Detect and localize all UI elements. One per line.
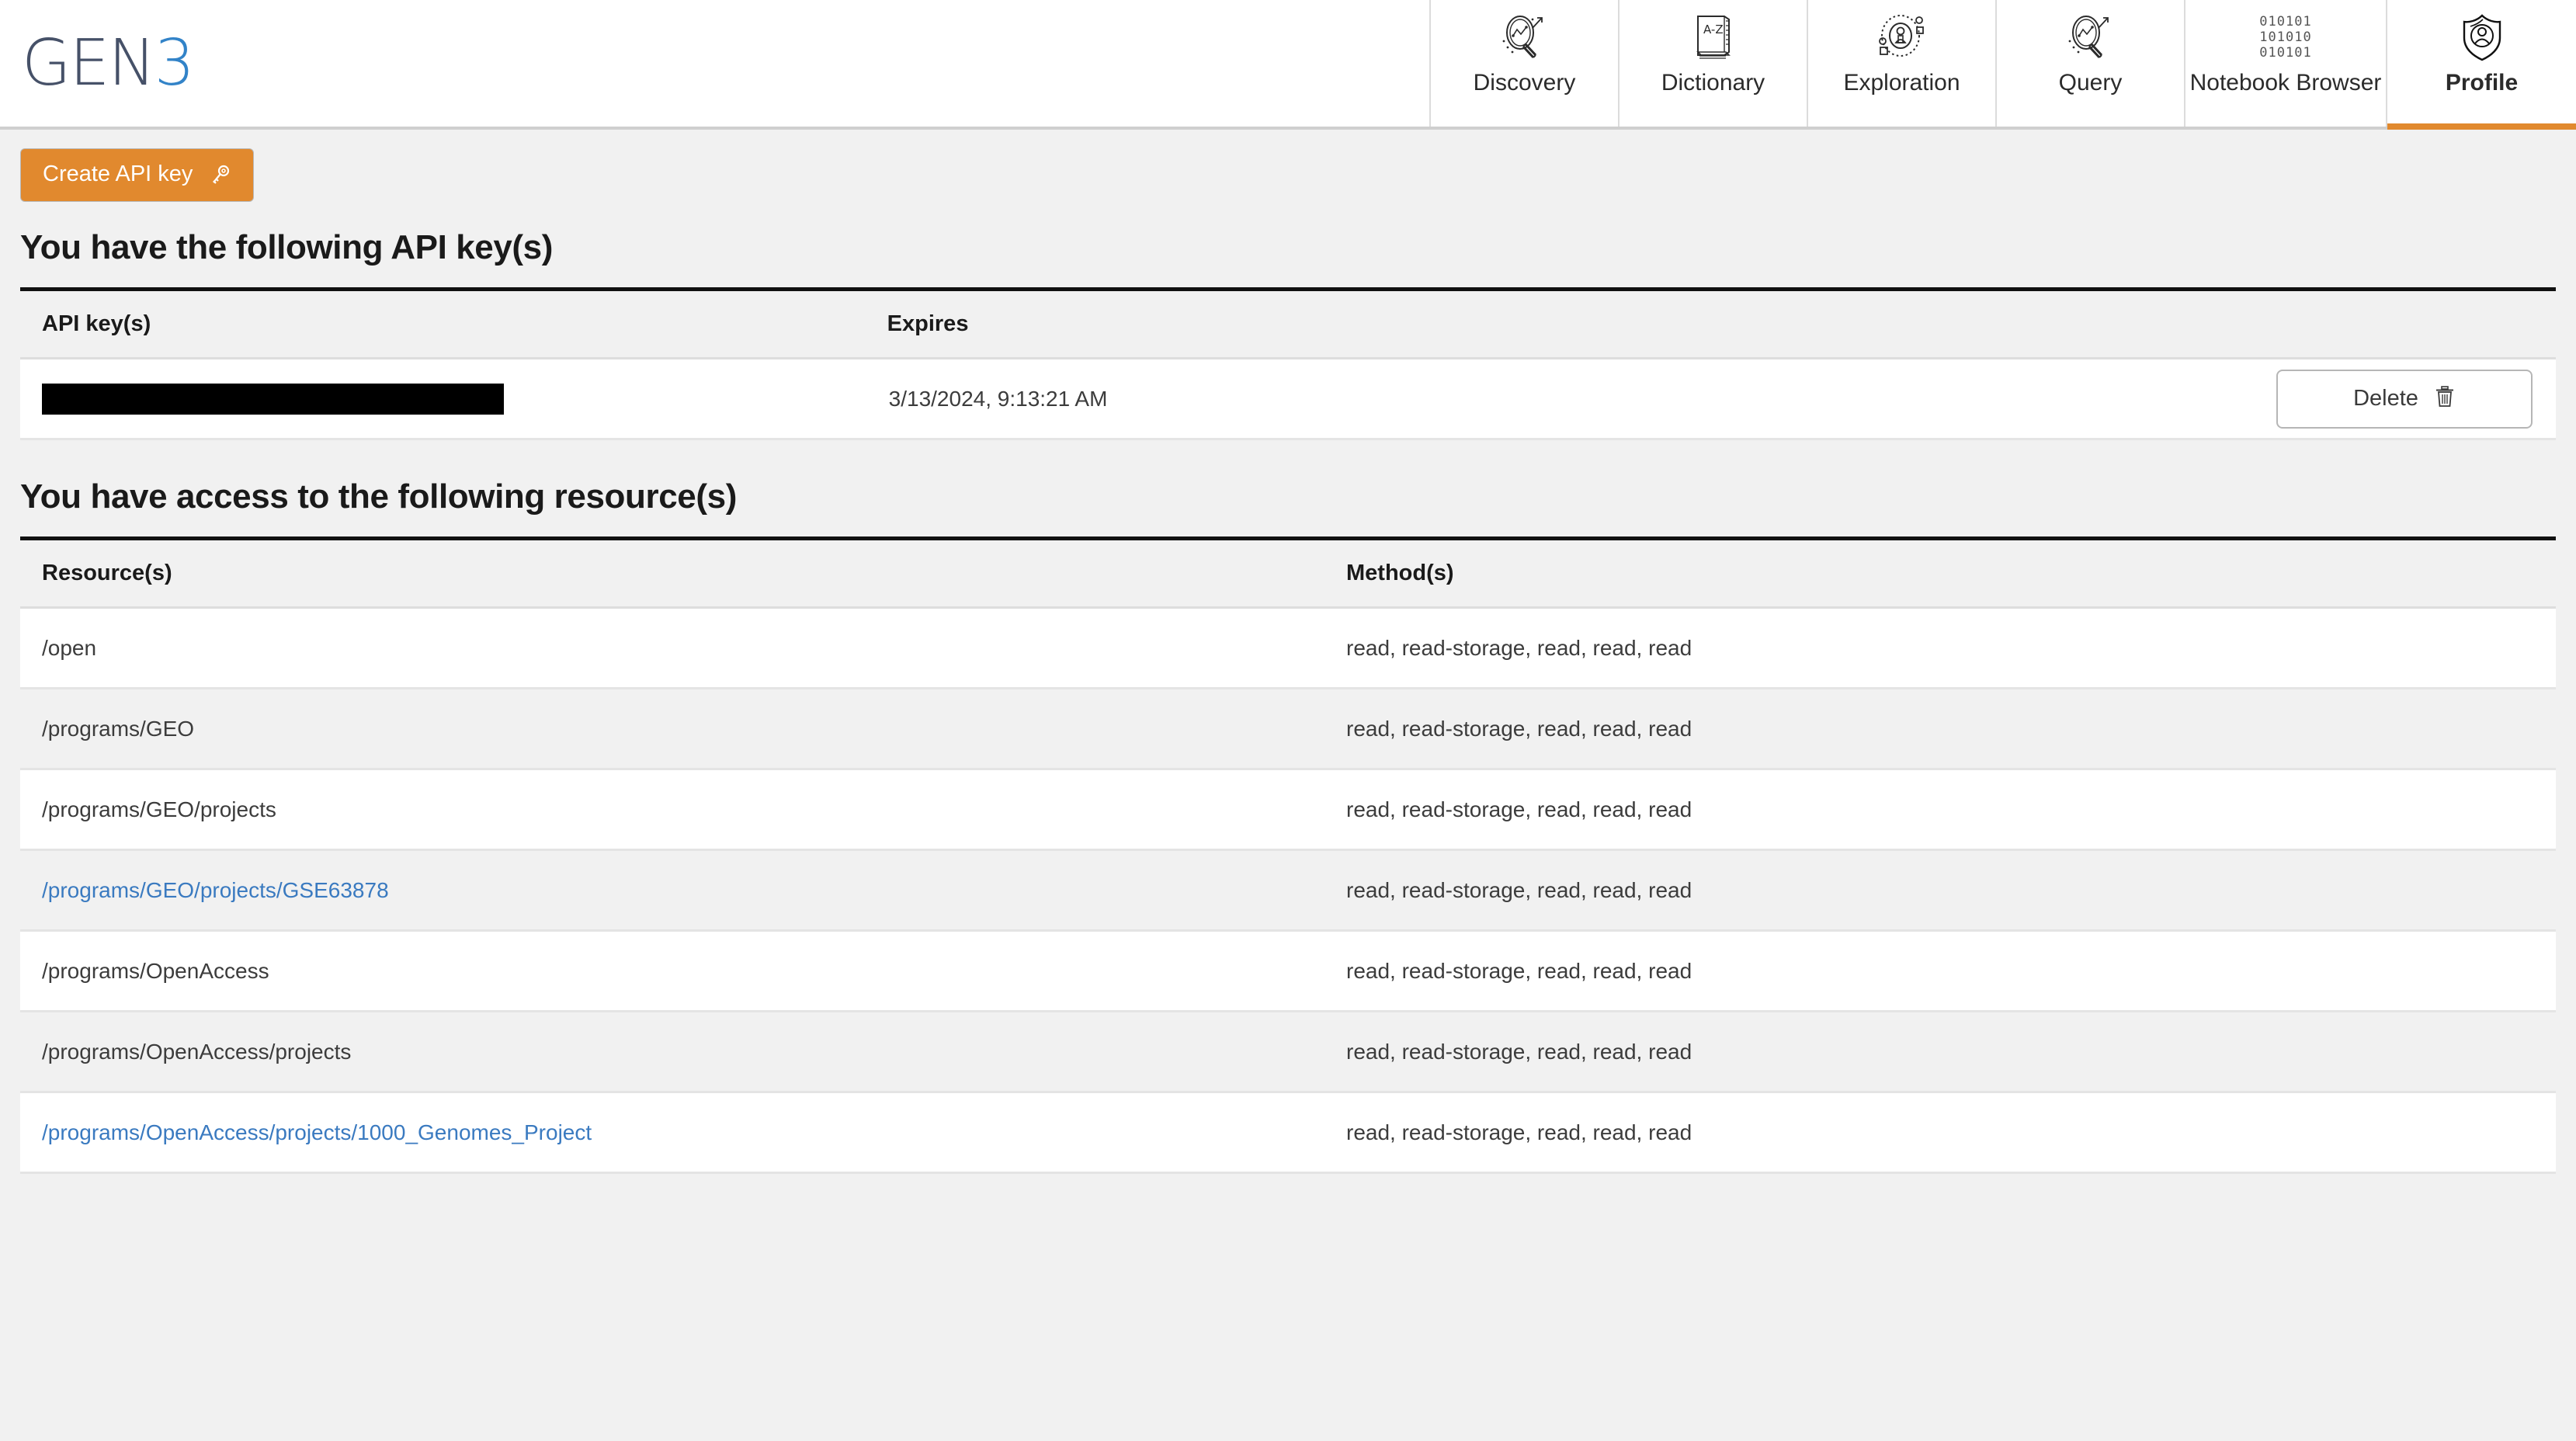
table-row: /programs/OpenAccess read, read-storage, … — [20, 930, 2556, 1012]
api-key-expires-cell: 3/13/2024, 9:13:21 AM — [865, 358, 1711, 440]
methods-cell: read, read-storage, read, read, read — [1324, 849, 2556, 932]
resources-header-row: Resource(s) Method(s) — [20, 538, 2556, 609]
api-keys-col-expires: Expires — [865, 289, 1711, 359]
nav-label-query: Query — [2058, 70, 2123, 95]
discovery-magnifier-icon — [1497, 9, 1553, 65]
app-header: GEN 3 Discovery A-Z Dictionary Explorati… — [0, 0, 2576, 130]
table-row: /programs/GEO read, read-storage, read, r… — [20, 688, 2556, 770]
resource-link[interactable]: /programs/OpenAccess/projects/1000_Genom… — [42, 1120, 592, 1144]
nav-label-discovery: Discovery — [1473, 70, 1576, 95]
create-api-key-button[interactable]: Create API key — [20, 148, 255, 202]
api-keys-table: API key(s) Expires 3/13/2024, 9:13:21 AM… — [20, 287, 2556, 440]
nav-label-exploration: Exploration — [1843, 70, 1960, 95]
delete-button-label: Delete — [2353, 386, 2418, 411]
api-key-actions-cell: Delete — [1710, 358, 2556, 440]
table-row: /programs/GEO/projects read, read-storage… — [20, 769, 2556, 851]
table-row: /open read, read-storage, read, read, rea… — [20, 607, 2556, 689]
svg-text:A-Z: A-Z — [1703, 23, 1724, 36]
logo-primary-text: GEN — [22, 26, 156, 100]
table-row: /programs/OpenAccess/projects read, read-… — [20, 1011, 2556, 1093]
api-keys-table-body: 3/13/2024, 9:13:21 AM Delete — [20, 358, 2556, 440]
resources-table-head: Resource(s) Method(s) — [20, 538, 2556, 609]
api-keys-table-head: API key(s) Expires — [20, 289, 2556, 359]
nav-item-discovery[interactable]: Discovery — [1431, 0, 1620, 127]
nav-item-dictionary[interactable]: A-Z Dictionary — [1620, 0, 1808, 127]
exploration-person-orbit-icon — [1874, 9, 1930, 65]
table-row: /programs/GEO/projects/GSE63878 read, rea… — [20, 849, 2556, 932]
table-row: 3/13/2024, 9:13:21 AM Delete — [20, 358, 2556, 440]
api-keys-heading: You have the following API key(s) — [20, 228, 554, 266]
resource-cell: /programs/OpenAccess/projects — [20, 1011, 1324, 1093]
resource-cell: /programs/OpenAccess/projects/1000_Genom… — [20, 1092, 1324, 1174]
resource-link[interactable]: /programs/GEO/projects/GSE63878 — [42, 878, 389, 902]
resources-col-resource: Resource(s) — [20, 538, 1324, 609]
table-row: /programs/OpenAccess/projects/1000_Genom… — [20, 1092, 2556, 1174]
active-tab-indicator — [2387, 123, 2576, 130]
trash-icon — [2434, 385, 2456, 413]
query-magnifier-icon — [2063, 9, 2119, 65]
api-keys-header-row: API key(s) Expires — [20, 289, 2556, 359]
main-nav: Discovery A-Z Dictionary Exploration Que… — [1429, 0, 2576, 130]
resource-cell: /programs/GEO/projects — [20, 769, 1324, 851]
logo-text: GEN 3 — [22, 26, 195, 100]
methods-cell: read, read-storage, read, read, read — [1324, 1092, 2556, 1174]
api-keys-col-actions — [1710, 289, 2556, 359]
resource-cell: /programs/GEO/projects/GSE63878 — [20, 849, 1324, 932]
redacted-api-key — [42, 383, 504, 415]
key-icon — [210, 164, 231, 186]
nav-item-exploration[interactable]: Exploration — [1808, 0, 1997, 127]
nav-label-dictionary: Dictionary — [1661, 70, 1765, 95]
resource-cell: /programs/OpenAccess — [20, 930, 1324, 1012]
create-api-key-label: Create API key — [43, 161, 193, 186]
methods-cell: read, read-storage, read, read, read — [1324, 1011, 2556, 1093]
nav-item-query[interactable]: Query — [1997, 0, 2185, 127]
api-keys-col-key: API key(s) — [20, 289, 866, 359]
methods-cell: read, read-storage, read, read, read — [1324, 607, 2556, 689]
delete-api-key-button[interactable]: Delete — [2276, 369, 2533, 429]
nav-item-notebook-browser[interactable]: 010101 101010 010101 Notebook Browser — [2185, 0, 2387, 127]
resources-col-methods: Method(s) — [1324, 538, 2556, 609]
resources-heading: You have access to the following resourc… — [20, 477, 737, 516]
methods-cell: read, read-storage, read, read, read — [1324, 769, 2556, 851]
profile-shield-person-icon — [2458, 9, 2506, 65]
resource-cell: /programs/GEO — [20, 688, 1324, 770]
methods-cell: read, read-storage, read, read, read — [1324, 688, 2556, 770]
notebook-binary-icon: 010101 101010 010101 — [2259, 13, 2312, 61]
nav-item-profile[interactable]: Profile — [2387, 0, 2576, 130]
gen3-logo[interactable]: GEN 3 — [0, 0, 195, 127]
main-content: Create API key You have the following AP… — [0, 130, 2576, 1174]
nav-label-notebook-browser: Notebook Browser — [2189, 70, 2382, 95]
resources-table: Resource(s) Method(s) /open read, read-st… — [20, 536, 2556, 1174]
dictionary-book-icon: A-Z — [1690, 9, 1737, 65]
resources-table-body: /open read, read-storage, read, read, rea… — [20, 607, 2556, 1174]
methods-cell: read, read-storage, read, read, read — [1324, 930, 2556, 1012]
resource-cell: /open — [20, 607, 1324, 689]
logo-accent-text: 3 — [154, 26, 195, 100]
nav-label-profile: Profile — [2445, 70, 2519, 95]
api-key-cell — [20, 358, 866, 440]
